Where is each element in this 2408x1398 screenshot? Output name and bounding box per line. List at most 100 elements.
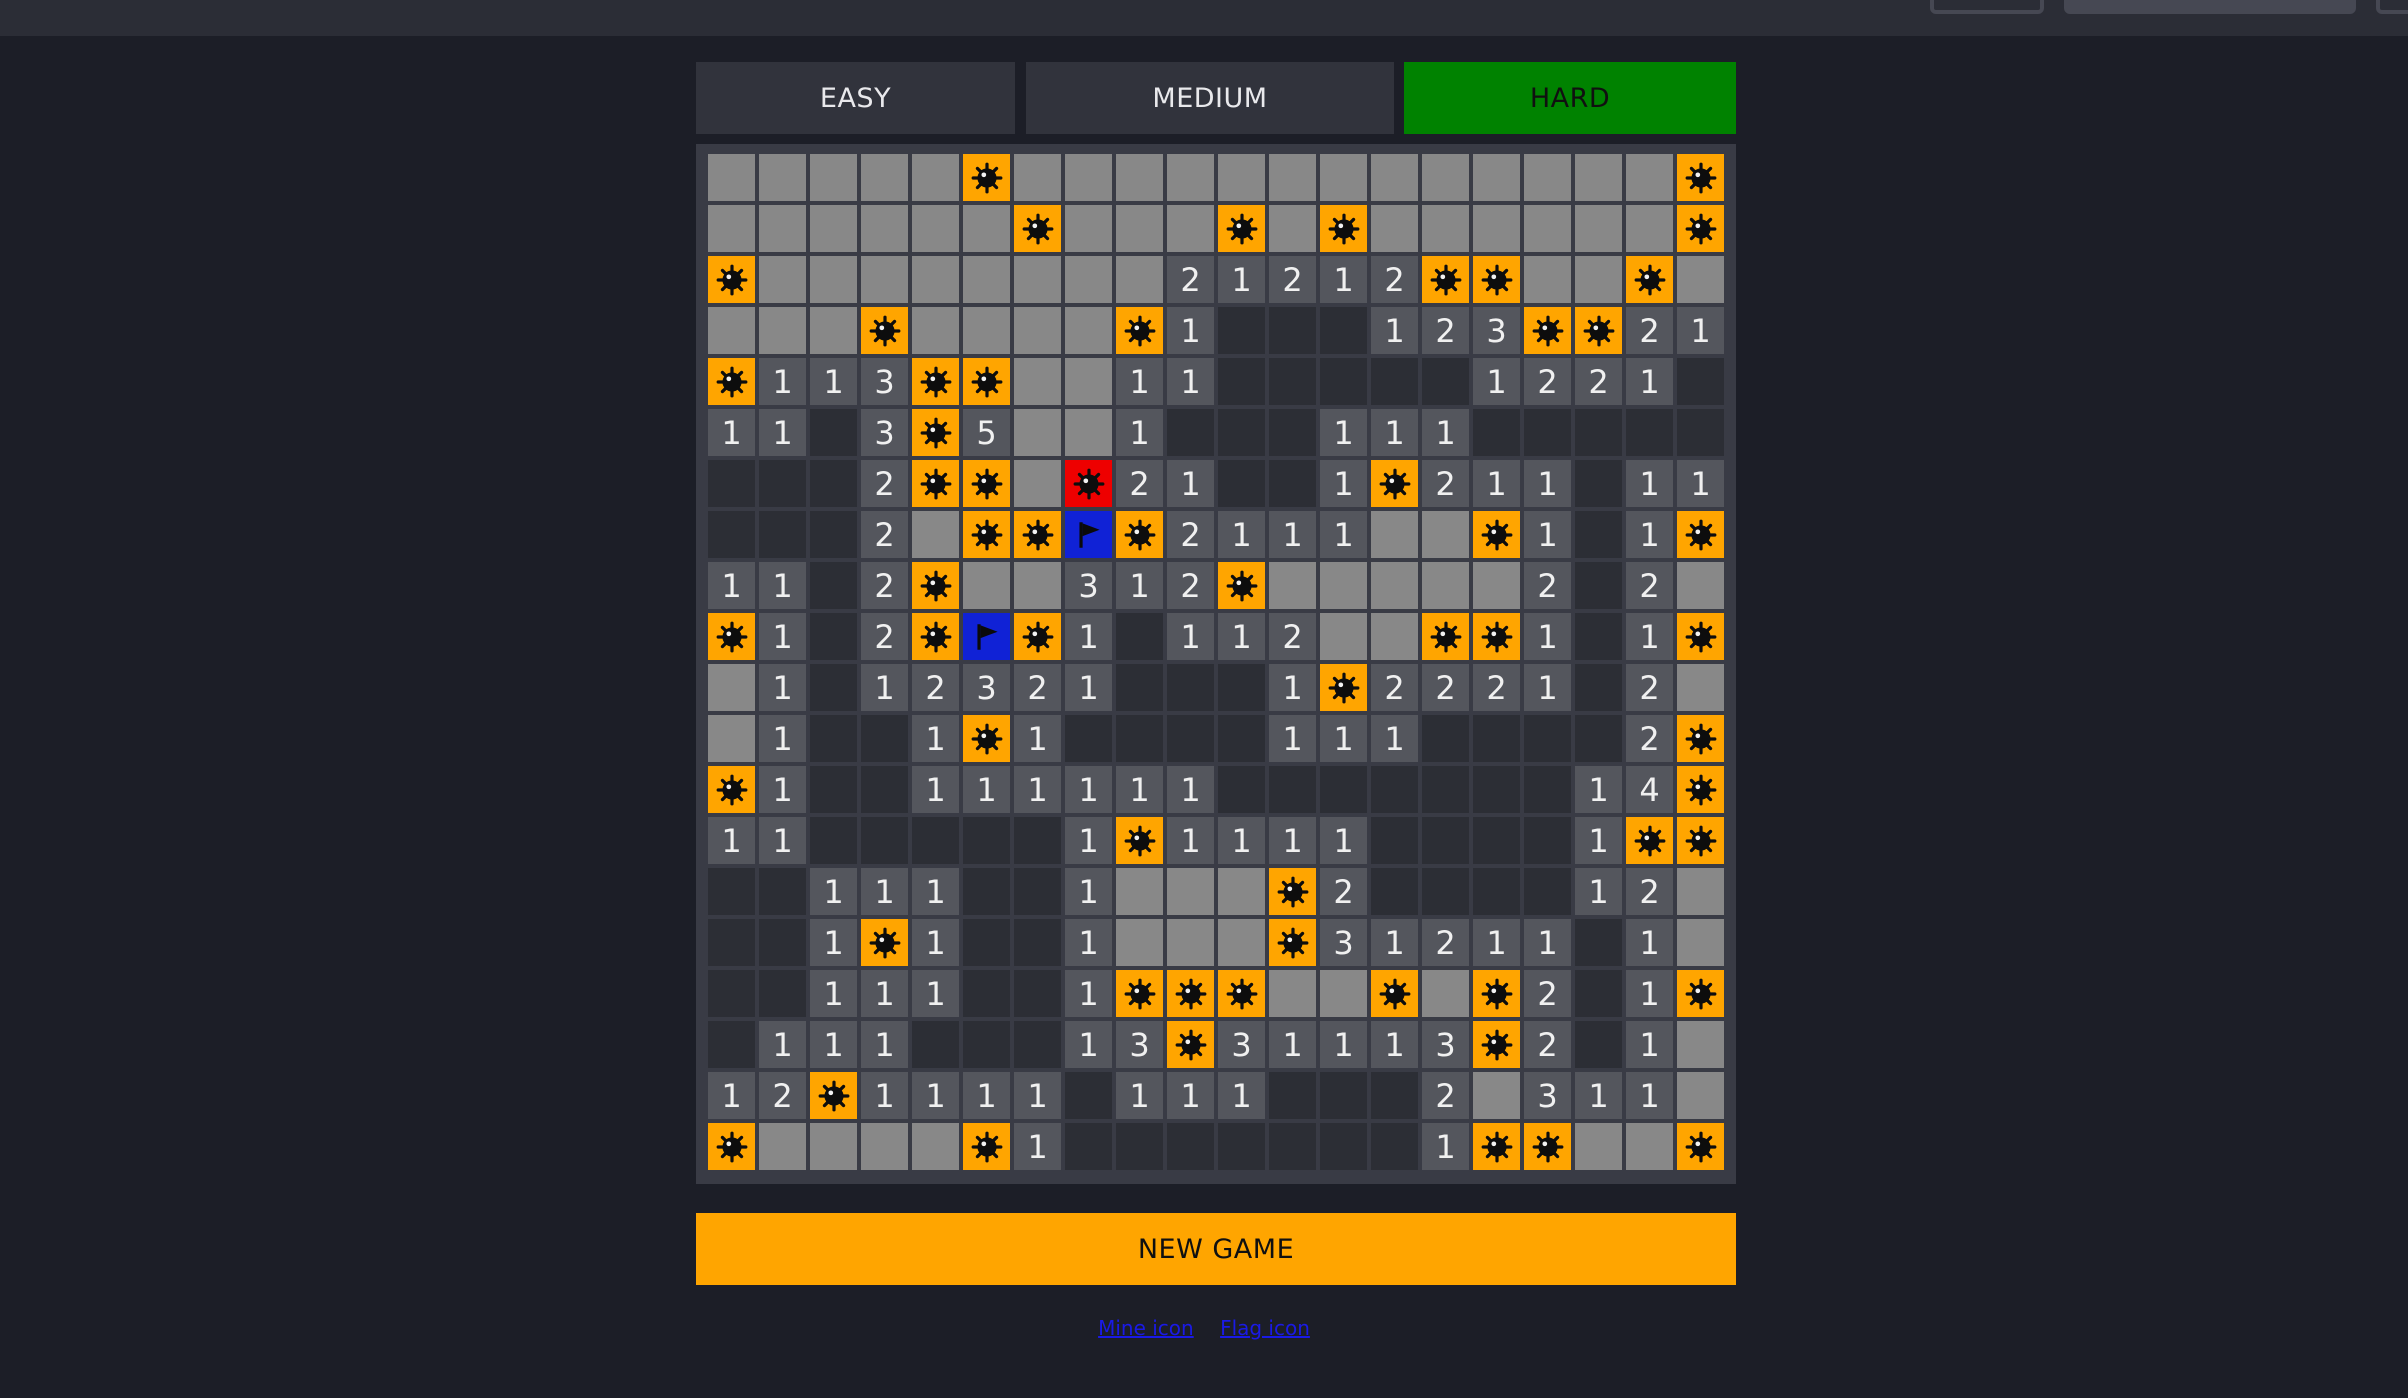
cell-hidden[interactable] [1677, 562, 1724, 609]
cell-empty[interactable] [912, 817, 959, 864]
cell-number[interactable]: 2 [1269, 613, 1316, 660]
easy-button[interactable]: EASY [696, 62, 1015, 134]
cell-number[interactable]: 1 [1473, 919, 1520, 966]
cell-number[interactable]: 1 [1626, 358, 1673, 405]
cell-number[interactable]: 1 [1320, 256, 1367, 303]
cell-hidden[interactable] [963, 562, 1010, 609]
cell-number[interactable]: 1 [1524, 919, 1571, 966]
cell-number[interactable]: 2 [861, 511, 908, 558]
cell-number[interactable]: 2 [1626, 868, 1673, 915]
cell-mine[interactable] [1218, 205, 1265, 252]
cell-number[interactable]: 1 [861, 664, 908, 711]
cell-empty[interactable] [1320, 358, 1367, 405]
cell-mine[interactable] [912, 460, 959, 507]
cell-hidden[interactable] [1524, 154, 1571, 201]
cell-mine[interactable] [1167, 970, 1214, 1017]
cell-hidden[interactable] [1218, 868, 1265, 915]
cell-mine[interactable] [1116, 970, 1163, 1017]
cell-empty[interactable] [861, 766, 908, 813]
cell-hidden[interactable] [1626, 1123, 1673, 1170]
cell-mine[interactable] [1626, 817, 1673, 864]
cell-empty[interactable] [810, 817, 857, 864]
cell-empty[interactable] [1320, 307, 1367, 354]
cell-empty[interactable] [810, 460, 857, 507]
cell-hidden[interactable] [810, 205, 857, 252]
cell-number[interactable]: 1 [1320, 409, 1367, 456]
cell-number[interactable]: 1 [963, 1072, 1010, 1119]
cell-number[interactable]: 2 [861, 460, 908, 507]
cell-mine[interactable] [1677, 766, 1724, 813]
cell-mine[interactable] [1473, 1021, 1520, 1068]
cell-empty[interactable] [708, 970, 755, 1017]
cell-empty[interactable] [708, 1021, 755, 1068]
cell-exploded-mine[interactable] [1065, 460, 1112, 507]
cell-hidden[interactable] [1014, 409, 1061, 456]
cell-hidden[interactable] [759, 154, 806, 201]
cell-hidden[interactable] [912, 256, 959, 303]
cell-hidden[interactable] [963, 307, 1010, 354]
cell-number[interactable]: 1 [1116, 766, 1163, 813]
cell-hidden[interactable] [810, 1123, 857, 1170]
cell-hidden[interactable] [810, 256, 857, 303]
cell-number[interactable]: 1 [708, 562, 755, 609]
cell-hidden[interactable] [1626, 205, 1673, 252]
cell-empty[interactable] [1473, 817, 1520, 864]
cell-mine[interactable] [1575, 307, 1622, 354]
cell-hidden[interactable] [1014, 256, 1061, 303]
cell-hidden[interactable] [1473, 205, 1520, 252]
cell-number[interactable]: 1 [708, 409, 755, 456]
cell-number[interactable]: 1 [1116, 562, 1163, 609]
cell-empty[interactable] [963, 868, 1010, 915]
cell-empty[interactable] [1320, 1123, 1367, 1170]
cell-empty[interactable] [1575, 1021, 1622, 1068]
cell-hidden[interactable] [1677, 1072, 1724, 1119]
cell-mine[interactable] [963, 154, 1010, 201]
cell-mine[interactable] [1677, 970, 1724, 1017]
cell-number[interactable]: 1 [912, 868, 959, 915]
cell-hidden[interactable] [1065, 205, 1112, 252]
cell-number[interactable]: 2 [1371, 256, 1418, 303]
cell-number[interactable]: 2 [1626, 307, 1673, 354]
cell-hidden[interactable] [1371, 613, 1418, 660]
cell-hidden[interactable] [1575, 154, 1622, 201]
cell-mine[interactable] [1473, 1123, 1520, 1170]
cell-number[interactable]: 1 [1116, 1072, 1163, 1119]
cell-mine[interactable] [1677, 715, 1724, 762]
cell-number[interactable]: 1 [1065, 868, 1112, 915]
cell-mine[interactable] [1677, 1123, 1724, 1170]
cell-number[interactable]: 3 [1065, 562, 1112, 609]
cell-number[interactable]: 1 [1116, 358, 1163, 405]
cell-hidden[interactable] [1677, 664, 1724, 711]
cell-hidden[interactable] [1116, 154, 1163, 201]
cell-hidden[interactable] [1473, 154, 1520, 201]
cell-number[interactable]: 1 [759, 358, 806, 405]
cell-mine[interactable] [1320, 205, 1367, 252]
cell-empty[interactable] [861, 817, 908, 864]
cell-number[interactable]: 1 [1371, 1021, 1418, 1068]
cell-number[interactable]: 1 [1065, 1021, 1112, 1068]
cell-mine[interactable] [1473, 256, 1520, 303]
cell-hidden[interactable] [1422, 970, 1469, 1017]
cell-number[interactable]: 1 [1269, 715, 1316, 762]
cell-number[interactable]: 1 [1524, 613, 1571, 660]
cell-mine[interactable] [708, 1123, 755, 1170]
cell-empty[interactable] [1575, 919, 1622, 966]
cell-number[interactable]: 2 [1524, 358, 1571, 405]
cell-mine[interactable] [1116, 307, 1163, 354]
cell-hidden[interactable] [1677, 919, 1724, 966]
cell-empty[interactable] [759, 970, 806, 1017]
cell-empty[interactable] [1422, 358, 1469, 405]
cell-number[interactable]: 1 [810, 358, 857, 405]
cell-mine[interactable] [963, 715, 1010, 762]
cell-number[interactable]: 1 [1167, 460, 1214, 507]
cell-hidden[interactable] [1014, 358, 1061, 405]
cell-hidden[interactable] [1014, 154, 1061, 201]
cell-empty[interactable] [1218, 460, 1265, 507]
cell-mine[interactable] [1677, 817, 1724, 864]
cell-number[interactable]: 1 [1626, 919, 1673, 966]
cell-number[interactable]: 2 [1167, 256, 1214, 303]
cell-hidden[interactable] [1065, 307, 1112, 354]
cell-number[interactable]: 1 [1524, 511, 1571, 558]
cell-number[interactable]: 1 [1218, 817, 1265, 864]
flag-icon-credit-link[interactable]: Flag icon [1220, 1316, 1310, 1340]
